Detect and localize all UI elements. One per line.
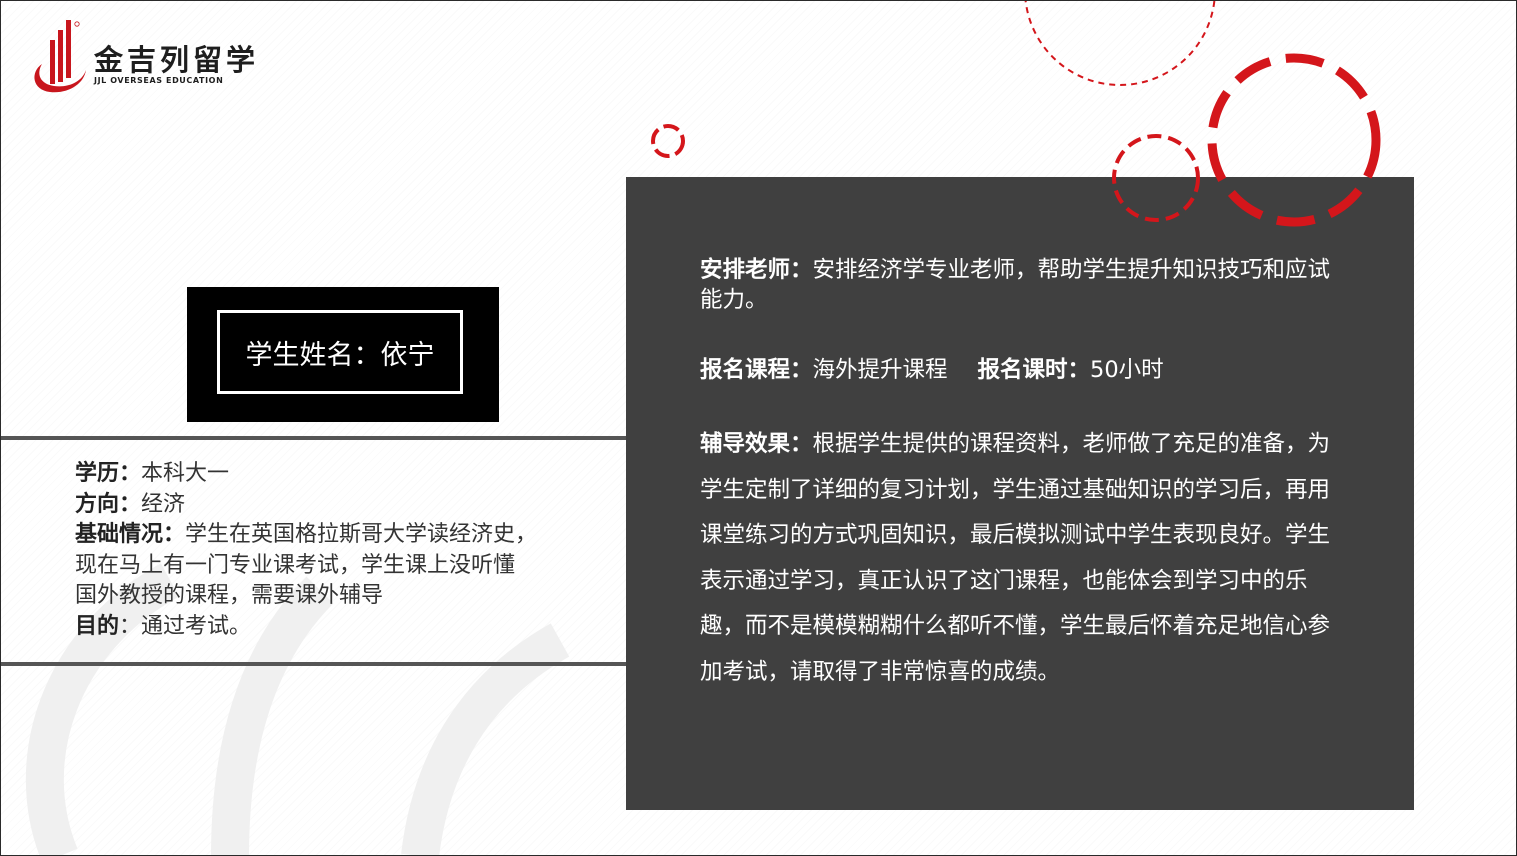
background-label: 基础情况： (75, 522, 186, 547)
deco-circle-large-thin (1024, 0, 1216, 86)
course-paragraph: 报名课程：海外提升课程 报名课时：50小时 (700, 355, 1340, 385)
student-info: 学历：本科大一 方向：经济 基础情况：学生在英国格拉斯哥大学读经济史， 现在马上… (75, 459, 615, 642)
student-name-box: 学生姓名：依宁 (187, 287, 499, 422)
background-line-1: 学生在英国格拉斯哥大学读经济史， (185, 522, 538, 547)
brand-logo: 金吉列留学 JJL OVERSEAS EDUCATION (28, 18, 259, 98)
hours-label: 报名课时： (977, 357, 1091, 383)
brand-name-cn: 金吉列留学 (94, 43, 260, 77)
student-name-label: 学生姓名：依宁 (217, 310, 463, 394)
goal-value: ：通过考试。 (119, 613, 252, 639)
logo-mark-icon (34, 20, 86, 93)
course-label: 报名课程： (700, 357, 813, 383)
hours-value: 50小时 (1090, 357, 1164, 383)
effect-paragraph: 辅导效果：根据学生提供的课程资料，老师做了充足的准备，为学生定制了详细的复习计划… (700, 422, 1340, 695)
education-label: 学历： (75, 461, 142, 486)
brand-name-en: JJL OVERSEAS EDUCATION (94, 76, 224, 85)
deco-circle-small (651, 124, 685, 158)
divider-top (0, 436, 628, 440)
background-line-2: 现在马上有一门专业课考试，学生课上没听懂 (75, 552, 516, 578)
slide: 金吉列留学 JJL OVERSEAS EDUCATION 学生姓名：依宁 学历：… (0, 0, 1517, 856)
course-value: 海外提升课程 (812, 357, 948, 383)
teacher-label: 安排老师： (700, 257, 813, 283)
tutoring-panel: 安排老师：安排经济学专业老师，帮助学生提升知识技巧和应试能力。 报名课程：海外提… (626, 177, 1414, 810)
education-value: 本科大一 (141, 461, 230, 486)
divider-bottom (0, 662, 628, 666)
goal-row: 目的：通过考试。 (75, 612, 615, 643)
direction-label: 方向： (75, 491, 142, 517)
background-line-3: 国外教授的课程，需要课外辅导 (75, 583, 384, 608)
goal-label: 目的 (75, 613, 120, 639)
direction-row: 方向：经济 (75, 490, 615, 521)
effect-label: 辅导效果： (700, 431, 813, 457)
direction-value: 经济 (141, 491, 186, 517)
education-row: 学历：本科大一 (75, 459, 615, 490)
background-row: 基础情况：学生在英国格拉斯哥大学读经济史， (75, 520, 615, 551)
effect-value: 根据学生提供的课程资料，老师做了充足的准备，为学生定制了详细的复习计划，学生通过… (700, 431, 1331, 685)
teacher-paragraph: 安排老师：安排经济学专业老师，帮助学生提升知识技巧和应试能力。 (700, 255, 1340, 315)
